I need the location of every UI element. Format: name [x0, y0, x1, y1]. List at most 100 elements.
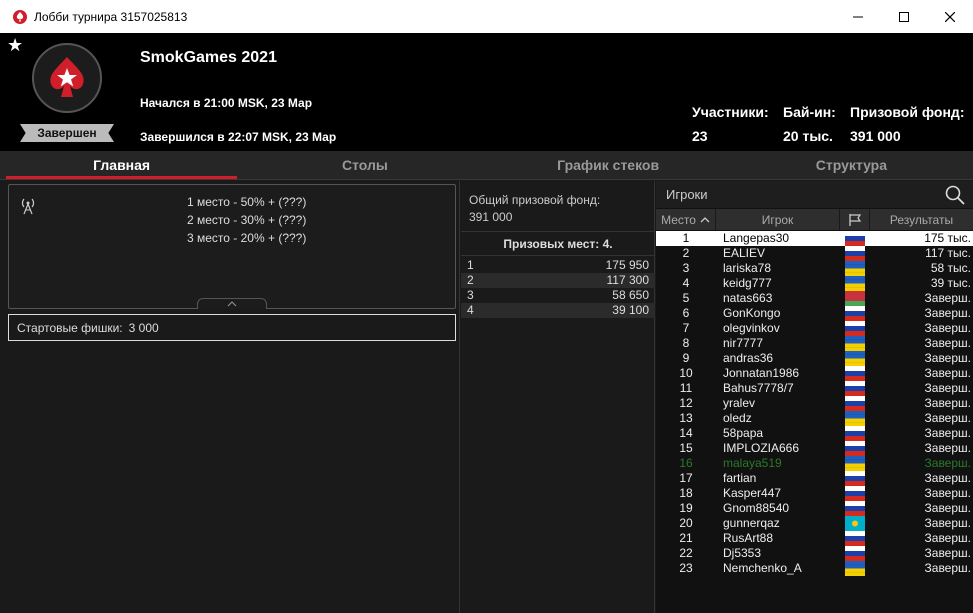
country-flag-icon	[840, 501, 870, 516]
player-row[interactable]: 12 yralev Заверш.	[656, 396, 973, 411]
expand-toggle[interactable]	[197, 298, 267, 309]
col-place[interactable]: Место	[656, 209, 716, 230]
players-title: Игроки	[666, 187, 708, 202]
player-row[interactable]: 16 malaya519 Заверш.	[656, 456, 973, 471]
lobby-tabs: Главная Столы График стеков Структура	[0, 151, 973, 180]
player-result: Заверш.	[924, 396, 971, 410]
payout-line: 2 место - 30% + (???)	[187, 213, 307, 227]
player-name: GonKongo	[723, 306, 781, 320]
player-place: 2	[682, 246, 690, 260]
country-flag-icon	[840, 471, 870, 486]
main-info-panel: 1 место - 50% + (???) 2 место - 30% + (?…	[0, 181, 460, 613]
player-row[interactable]: 20 gunnerqaz Заверш.	[656, 516, 973, 531]
player-row[interactable]: 10 Jonnatan1986 Заверш.	[656, 366, 973, 381]
tournament-header: ★ Завершен SmokGames 2021 Начался в 21:0…	[0, 33, 973, 151]
player-row[interactable]: 13 oledz Заверш.	[656, 411, 973, 426]
country-flag-icon	[840, 261, 870, 276]
close-button[interactable]	[927, 0, 973, 33]
player-row[interactable]: 14 58papa Заверш.	[656, 426, 973, 441]
player-row[interactable]: 5 natas663 Заверш.	[656, 291, 973, 306]
player-name: natas663	[723, 291, 773, 305]
player-row[interactable]: 15 IMPLOZIA666 Заверш.	[656, 441, 973, 456]
player-place: 5	[682, 291, 690, 305]
player-place: 19	[679, 501, 693, 515]
col-results[interactable]: Результаты	[870, 209, 973, 230]
player-row[interactable]: 2 EALIEV 117 тыс.	[656, 246, 973, 261]
player-row[interactable]: 6 GonKongo Заверш.	[656, 306, 973, 321]
player-row[interactable]: 18 Kasper447 Заверш.	[656, 486, 973, 501]
player-row[interactable]: 8 nir7777 Заверш.	[656, 336, 973, 351]
player-row[interactable]: 21 RusArt88 Заверш.	[656, 531, 973, 546]
player-row[interactable]: 23 Nemchenko_A Заверш.	[656, 561, 973, 576]
player-place: 6	[682, 306, 690, 320]
player-result: Заверш.	[924, 486, 971, 500]
player-row[interactable]: 19 Gnom88540 Заверш.	[656, 501, 973, 516]
player-name: Bahus7778/7	[723, 381, 794, 395]
player-place: 13	[679, 411, 693, 425]
maximize-icon	[899, 11, 909, 22]
country-flag-icon	[840, 456, 870, 471]
players-list: 1 Langepas30 175 тыс. 2 EALIEV 117 тыс. 3 laris…	[656, 231, 973, 576]
player-row[interactable]: 22 Dj5353 Заверш.	[656, 546, 973, 561]
payout-structure-box: 1 место - 50% + (???) 2 место - 30% + (?…	[8, 184, 456, 309]
country-flag-icon	[840, 276, 870, 291]
country-flag-icon	[840, 366, 870, 381]
prize-amount: 39 100	[612, 303, 649, 317]
minimize-icon	[853, 16, 863, 17]
player-result: Заверш.	[924, 381, 971, 395]
player-result: Заверш.	[924, 321, 971, 335]
col-flag[interactable]	[840, 209, 870, 230]
chevron-up-icon	[227, 301, 237, 307]
antenna-icon	[19, 197, 37, 218]
player-place: 18	[679, 486, 693, 500]
player-name: Langepas30	[723, 231, 790, 245]
prize-amount: 58 650	[612, 288, 649, 302]
player-row[interactable]: 7 olegvinkov Заверш.	[656, 321, 973, 336]
col-player[interactable]: Игрок	[716, 209, 840, 230]
country-flag-icon	[840, 291, 870, 306]
player-place: 9	[682, 351, 690, 365]
player-row[interactable]: 9 andras36 Заверш.	[656, 351, 973, 366]
minimize-button[interactable]	[835, 0, 881, 33]
favorite-star-icon[interactable]: ★	[7, 36, 23, 54]
country-flag-icon	[840, 441, 870, 456]
players-panel: Игроки Место Игрок Результаты 1 Langepas3…	[656, 181, 973, 613]
status-badge: Завершен	[20, 124, 114, 142]
total-prize-value: 391 000	[469, 210, 513, 224]
player-row[interactable]: 11 Bahus7778/7 Заверш.	[656, 381, 973, 396]
search-icon[interactable]	[945, 185, 965, 208]
player-name: nir7777	[723, 336, 764, 350]
country-flag-icon	[840, 546, 870, 561]
player-result: 58 тыс.	[930, 261, 971, 275]
prize-place: 3	[467, 288, 474, 302]
player-result: Заверш.	[924, 456, 971, 470]
player-place: 14	[679, 426, 693, 440]
player-place: 3	[682, 261, 690, 275]
player-result: 39 тыс.	[930, 276, 971, 290]
player-row[interactable]: 3 lariska78 58 тыс.	[656, 261, 973, 276]
tab-tables[interactable]: Столы	[243, 151, 486, 179]
player-row[interactable]: 4 keidg777 39 тыс.	[656, 276, 973, 291]
prize-place: 2	[467, 273, 474, 287]
player-row[interactable]: 1 Langepas30 175 тыс.	[656, 231, 973, 246]
starting-chips-value: 3 000	[128, 320, 159, 335]
player-place: 22	[679, 546, 693, 560]
player-result: Заверш.	[924, 546, 971, 560]
player-result: Заверш.	[924, 561, 971, 575]
tab-structure[interactable]: Структура	[730, 151, 973, 179]
player-result: Заверш.	[924, 336, 971, 350]
prize-pool-panel: Общий призовой фонд: 391 000 Призовых ме…	[461, 181, 655, 613]
country-flag-icon	[840, 246, 870, 261]
player-result: Заверш.	[924, 441, 971, 455]
player-result: Заверш.	[924, 351, 971, 365]
tab-main[interactable]: Главная	[0, 151, 243, 179]
flag-icon	[848, 213, 861, 226]
player-name: Nemchenko_A	[723, 561, 802, 575]
player-row[interactable]: 17 fartian Заверш.	[656, 471, 973, 486]
player-result: Заверш.	[924, 411, 971, 425]
country-flag-icon	[840, 531, 870, 546]
tab-stack-chart[interactable]: График стеков	[487, 151, 730, 179]
participants-value: 23	[692, 128, 708, 144]
maximize-button[interactable]	[881, 0, 927, 33]
prize-amount: 117 300	[606, 273, 650, 287]
